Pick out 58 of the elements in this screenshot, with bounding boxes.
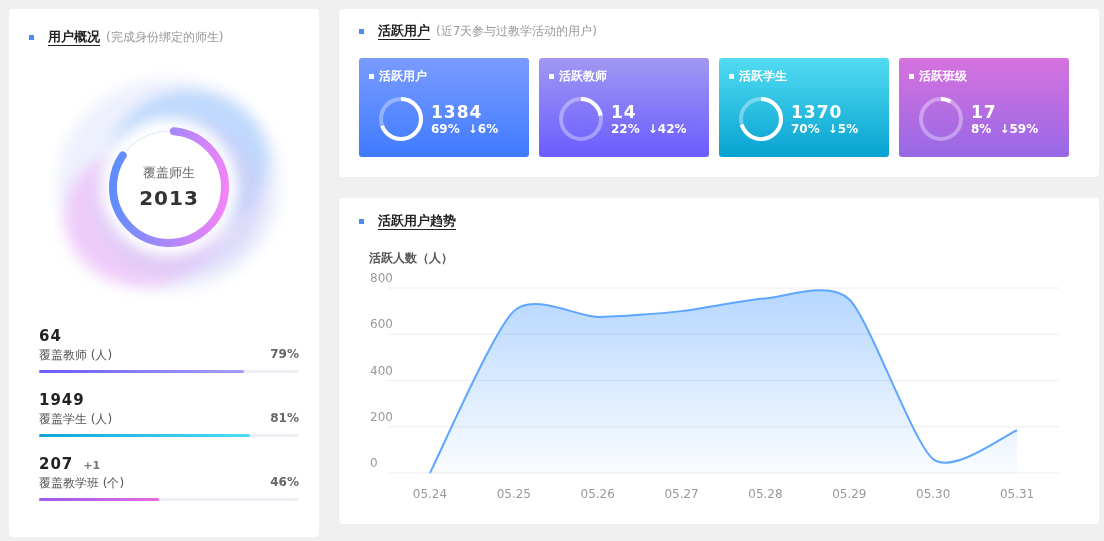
- stat-title: 活跃班级: [919, 68, 967, 85]
- section-subtitle: (完成身份绑定的师生): [106, 28, 224, 46]
- x-tick-label: 05.27: [664, 487, 699, 501]
- stat-percent: 69%: [431, 122, 460, 136]
- x-tick-label: 05.24: [412, 487, 448, 501]
- y-tick-label: 800: [370, 271, 393, 285]
- ring-gauge: [917, 95, 965, 143]
- stat-title: 活跃学生: [739, 68, 787, 85]
- ring-gauge: [557, 95, 605, 143]
- stat-change: ↓5%: [827, 122, 859, 136]
- section-title: 活跃用户趋势: [378, 212, 456, 230]
- stat-change: ↓59%: [999, 122, 1039, 136]
- square-bullet-icon: [909, 74, 914, 79]
- square-bullet-icon: [359, 28, 364, 34]
- ring-gauge: [377, 95, 425, 143]
- metric-label: 覆盖教学班 (个): [39, 475, 125, 492]
- y-tick-label: 400: [370, 363, 393, 378]
- metric-increment: +1: [83, 459, 101, 472]
- square-bullet-icon: [29, 34, 34, 40]
- stat-change: ↓42%: [647, 122, 687, 136]
- ring-label: 覆盖师生: [143, 164, 195, 182]
- metric-label: 覆盖教师 (人): [39, 347, 113, 364]
- section-subtitle: (近7天参与过教学活动的用户): [436, 22, 597, 40]
- square-bullet-icon: [549, 74, 554, 79]
- section-title: 活跃用户: [378, 22, 430, 40]
- metric-label: 覆盖学生 (人): [39, 411, 113, 428]
- metric-percent: 81%: [270, 411, 299, 427]
- y-tick-label: 200: [370, 409, 393, 424]
- x-tick-label: 05.25: [496, 487, 531, 501]
- square-bullet-icon: [369, 74, 374, 79]
- metric-value: 1949: [39, 391, 85, 409]
- stat-value: 1384: [431, 102, 484, 122]
- stat-title: 活跃用户: [379, 68, 427, 85]
- ring-gauge: [737, 95, 785, 143]
- x-tick-label: 05.31: [999, 487, 1035, 501]
- stat-value: 17: [971, 102, 998, 122]
- stat-percent: 8%: [971, 122, 992, 136]
- section-title: 用户概况: [48, 28, 100, 46]
- metric-value: 64: [39, 327, 62, 345]
- x-tick-label: 05.26: [580, 487, 615, 501]
- square-bullet-icon: [729, 74, 734, 79]
- stat-title: 活跃教师: [559, 68, 607, 85]
- stat-value: 1370: [791, 102, 844, 122]
- metric-percent: 79%: [270, 347, 299, 363]
- x-tick-label: 05.30: [916, 487, 951, 501]
- stat-percent: 70%: [791, 122, 820, 136]
- square-bullet-icon: [359, 218, 364, 224]
- stat-percent: 22%: [611, 122, 640, 136]
- stat-change: ↓6%: [467, 122, 499, 136]
- ring-value: 2013: [139, 186, 199, 210]
- y-tick-label: 0: [370, 456, 378, 470]
- stat-value: 14: [611, 102, 638, 122]
- x-tick-label: 05.28: [748, 487, 783, 501]
- y-tick-label: 600: [370, 317, 393, 332]
- axis-title: 活跃人数（人）: [368, 250, 454, 267]
- x-tick-label: 05.29: [832, 487, 867, 501]
- metric-value: 207: [39, 455, 74, 473]
- metric-percent: 46%: [270, 475, 299, 491]
